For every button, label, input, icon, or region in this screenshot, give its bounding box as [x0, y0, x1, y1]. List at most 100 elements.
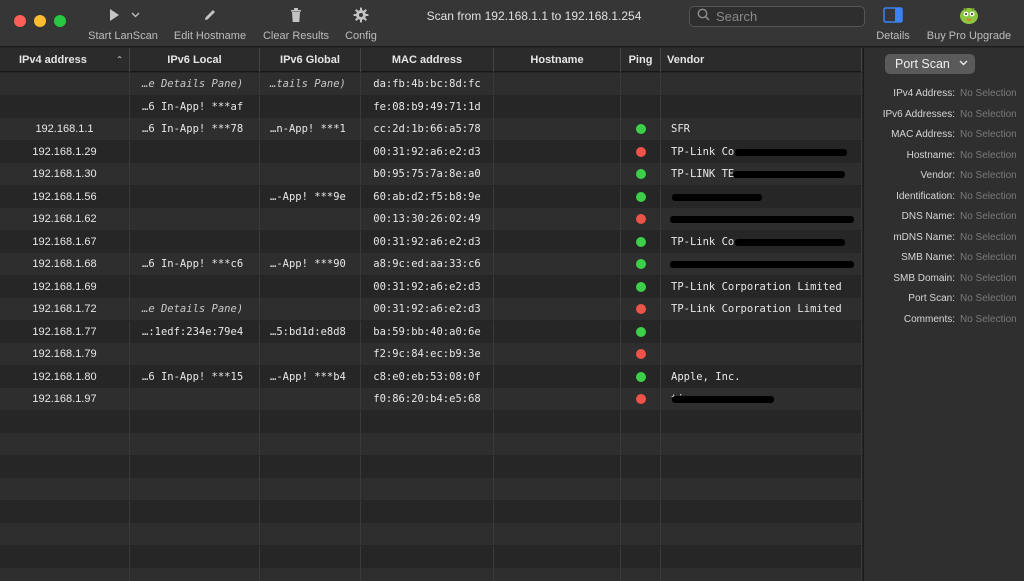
minimize-window-button[interactable] [34, 15, 46, 27]
detail-field-label: Hostname: [906, 149, 955, 161]
hostname-cell [494, 523, 621, 545]
detail-field-value: No Selection [960, 149, 1017, 161]
table-row[interactable]: 192.168.1.80 …6 In-App! ***15 …-App! ***b4… [0, 365, 862, 388]
ping-cell [621, 230, 661, 253]
detail-field: Identification: No Selection [864, 191, 1024, 209]
table-row[interactable]: …e Details Pane) …tails Pane) da:fb:4b:bc:… [0, 73, 862, 95]
table-row[interactable]: 192.168.1.62 00:13:30:26:02:49 [0, 208, 862, 230]
ipv4-cell [0, 545, 130, 568]
vendor-cell-text: TP-LINK TE [671, 168, 735, 180]
zoom-window-button[interactable] [54, 15, 66, 27]
table-row[interactable]: 192.168.1.72 …e Details Pane) 00:31:92:a6:… [0, 298, 862, 320]
hostname-cell [494, 568, 621, 581]
detail-field-label: SMB Domain: [893, 272, 955, 284]
detail-field-value: No Selection [960, 170, 1017, 181]
mac-cell-text: da:fb:4b:bc:8d:fc [373, 78, 481, 90]
table-row[interactable]: 192.168.1.68 …6 In-App! ***c6 …-App! ***90… [0, 253, 862, 275]
detail-field-label: IPv6 Addresses: [882, 108, 955, 120]
detail-field-label: SMB Name: [901, 252, 955, 263]
detail-field-label: Port Scan: [908, 293, 955, 304]
column-header-hostname[interactable]: Hostname [494, 48, 621, 72]
ipv6-global-cell-text: …-App! ***90 [270, 258, 346, 270]
ipv4-cell [0, 500, 130, 523]
table-row[interactable]: 192.168.1.56 …-App! ***9e 60:ab:d2:f5:b8:9… [0, 185, 862, 208]
ipv6-global-cell: …5:bd1d:e8d8 [260, 320, 361, 343]
table-row[interactable]: 192.168.1.1 …6 In-App! ***78 …n-App! ***1 c… [0, 118, 862, 140]
ping-up-indicator [636, 236, 646, 247]
ipv6-local-cell: …e Details Pane) [130, 73, 260, 95]
start-lanscan-label: Start LanScan [88, 30, 158, 42]
table-row[interactable]: 192.168.1.79 f2:9c:84:ec:b9:3e [0, 343, 862, 365]
chevron-down-icon [959, 54, 968, 74]
column-header-ping[interactable]: Ping [621, 48, 661, 72]
ipv6-global-cell [260, 163, 361, 185]
mac-cell: f0:86:20:b4:e5:68 [361, 388, 494, 410]
vendor-cell [661, 455, 862, 478]
mac-cell: c8:e0:eb:53:08:0f [361, 365, 494, 388]
table-row [0, 545, 862, 568]
hosts-table: IPv4 address ⌃ IPv6 Local IPv6 Global MA… [0, 48, 862, 581]
search-field[interactable] [689, 6, 865, 27]
start-lanscan-button[interactable]: Start LanScan [84, 6, 162, 44]
mac-cell [361, 478, 494, 500]
ipv4-cell [0, 73, 130, 95]
ipv6-local-cell: …6 In-App! ***15 [130, 365, 260, 388]
vendor-cell [661, 568, 862, 581]
ping-cell [621, 95, 661, 118]
table-row[interactable]: 192.168.1.67 00:31:92:a6:e2:d3 TP-Link Co [0, 230, 862, 253]
ipv6-local-cell [130, 275, 260, 298]
table-row [0, 478, 862, 500]
ipv4-cell: 192.168.1.67 [0, 230, 130, 253]
ipv6-global-cell [260, 298, 361, 320]
detail-field-value: No Selection [960, 88, 1017, 99]
table-row[interactable]: 192.168.1.69 00:31:92:a6:e2:d3 TP-Link Cor… [0, 275, 862, 298]
config-button[interactable]: Config [340, 6, 382, 44]
hostname-cell [494, 140, 621, 163]
ipv4-cell: 192.168.1.69 [0, 275, 130, 298]
search-input[interactable] [716, 9, 856, 24]
ipv4-cell-text: 192.168.1.1 [35, 123, 94, 135]
mac-cell: a8:9c:ed:aa:33:c6 [361, 253, 494, 275]
column-header-mac[interactable]: MAC address [361, 48, 494, 72]
table-row[interactable]: 192.168.1.30 b0:95:75:7a:8e:a0 TP-LINK TE [0, 163, 862, 185]
ipv6-global-cell [260, 455, 361, 478]
ping-cell [621, 163, 661, 185]
mac-cell: 00:31:92:a6:e2:d3 [361, 298, 494, 320]
buy-pro-upgrade-button[interactable]: Buy Pro Upgrade [922, 6, 1016, 44]
trash-icon [289, 7, 303, 26]
clear-results-button[interactable]: Clear Results [258, 6, 334, 44]
hostname-cell [494, 545, 621, 568]
mac-cell: 00:31:92:a6:e2:d3 [361, 275, 494, 298]
table-row[interactable]: …6 In-App! ***af fe:08:b9:49:71:1d [0, 95, 862, 118]
hostname-cell [494, 230, 621, 253]
column-header-ipv4[interactable]: IPv4 address ⌃ [0, 48, 130, 72]
detail-field: mDNS Name: No Selection [864, 232, 1024, 250]
column-header-ipv4-label: IPv4 address [19, 54, 87, 66]
detail-field-value: No Selection [960, 108, 1017, 120]
details-button[interactable]: Details [872, 6, 914, 44]
ipv6-global-cell-text: …n-App! ***1 [270, 123, 346, 135]
ipv6-local-cell [130, 545, 260, 568]
table-row[interactable]: 192.168.1.29 00:31:92:a6:e2:d3 TP-Link Co [0, 140, 862, 163]
edit-hostname-button[interactable]: Edit Hostname [170, 6, 250, 44]
close-window-button[interactable] [14, 15, 26, 27]
ping-cell [621, 208, 661, 230]
column-header-vendor[interactable]: Vendor [661, 48, 862, 72]
ipv6-global-cell [260, 478, 361, 500]
chevron-down-icon[interactable] [131, 10, 140, 22]
column-header-ipv6-local[interactable]: IPv6 Local [130, 48, 260, 72]
ipv6-local-cell [130, 455, 260, 478]
table-row[interactable]: 192.168.1.97f0:86:20:b4:e5:68tion [0, 388, 862, 410]
mac-cell-text: 00:31:92:a6:e2:d3 [373, 235, 481, 248]
vendor-cell: SFR [661, 118, 862, 140]
ipv4-cell: 192.168.1.77 [0, 320, 130, 343]
table-row[interactable]: 192.168.1.77 …:1edf:234e:79e4 …5:bd1d:e8d8… [0, 320, 862, 343]
column-header-ipv6-global[interactable]: IPv6 Global [260, 48, 361, 72]
mac-cell-text: f0:86:20:b4:e5:68 [373, 393, 481, 405]
mac-cell-text: 00:13:30:26:02:49 [373, 213, 481, 225]
ipv6-global-cell [260, 410, 361, 433]
redaction-mark [670, 216, 854, 223]
detail-field-label: Vendor: [920, 170, 955, 181]
port-scan-popup-button[interactable]: Port Scan [885, 54, 975, 74]
ipv6-local-cell: …6 In-App! ***c6 [130, 253, 260, 275]
